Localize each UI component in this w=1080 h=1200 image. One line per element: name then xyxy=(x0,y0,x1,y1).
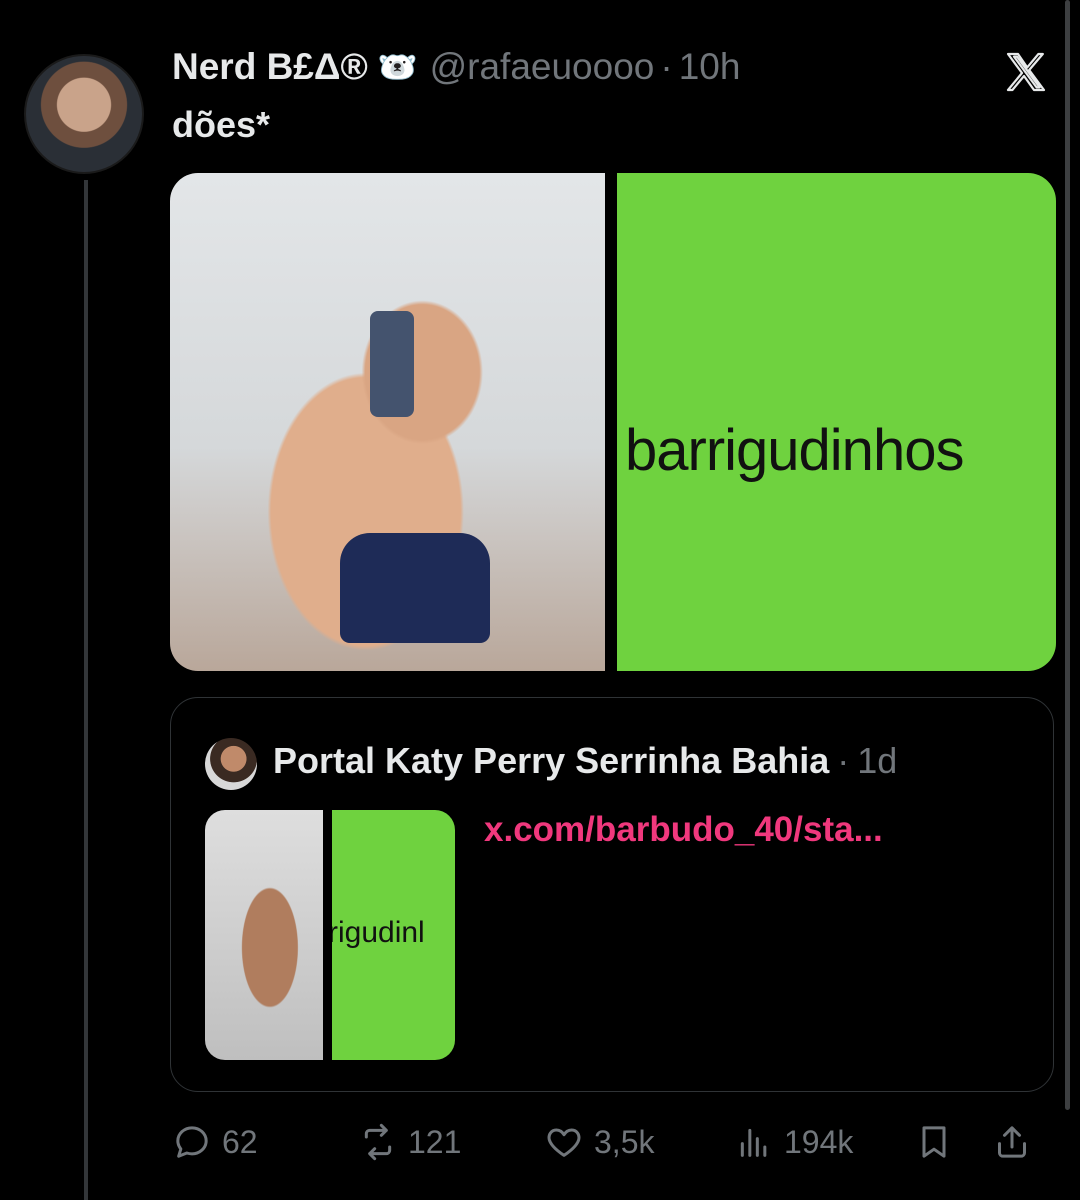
quote-time[interactable]: 1d xyxy=(857,740,897,782)
views-button[interactable]: 194k xyxy=(734,1112,853,1172)
quote-thumbnail[interactable]: rrigudinl xyxy=(205,810,455,1060)
views-icon xyxy=(740,1128,767,1157)
media-text-panel[interactable]: barrigudinhos xyxy=(617,173,1056,671)
phone-in-photo xyxy=(370,311,414,417)
quote-thumb-divider xyxy=(323,810,332,1060)
x-logo-icon[interactable] xyxy=(1002,48,1050,96)
author-avatar[interactable] xyxy=(24,54,144,174)
heart-icon xyxy=(547,1128,581,1157)
scrollbar[interactable] xyxy=(1065,0,1070,1110)
author-emoji: 🐻‍❄️ xyxy=(377,49,418,85)
bookmark-button[interactable] xyxy=(914,1112,964,1172)
reply-icon xyxy=(176,1126,208,1158)
share-button[interactable] xyxy=(992,1112,1042,1172)
quote-thumb-word: rrigudinl xyxy=(332,916,425,949)
thread-line xyxy=(84,180,88,1200)
author-name[interactable]: Nerd B£Δ® xyxy=(172,46,368,88)
bookmark-icon xyxy=(922,1126,946,1158)
reply-button[interactable]: 62 xyxy=(172,1112,258,1172)
quote-separator: · xyxy=(837,740,850,781)
tweet-time[interactable]: 10h xyxy=(679,46,741,88)
repost-count: 121 xyxy=(408,1123,462,1160)
tweet-media[interactable]: barrigudinhos xyxy=(170,173,1056,671)
quote-thumb-photo xyxy=(205,810,323,1060)
author-handle[interactable]: @rafaeuoooo xyxy=(430,46,655,88)
view-count: 194k xyxy=(784,1123,854,1160)
tweet-header: Nerd B£Δ® 🐻‍❄️ @rafaeuoooo · 10h xyxy=(172,46,740,88)
quote-header: Portal Katy Perry Serrinha Bahia · 1d xyxy=(273,740,897,782)
quote-thumb-text-panel: rrigudinl xyxy=(332,810,455,1060)
action-bar: 62 121 3,5k 194k xyxy=(170,1112,1060,1172)
media-word: barrigudinhos xyxy=(625,418,964,483)
share-icon xyxy=(998,1126,1026,1158)
quote-avatar[interactable] xyxy=(205,738,257,790)
quoted-tweet[interactable]: Portal Katy Perry Serrinha Bahia · 1d rr… xyxy=(170,697,1054,1092)
quote-link[interactable]: x.com/barbudo_40/sta... xyxy=(484,810,883,850)
repost-button[interactable]: 121 xyxy=(358,1112,461,1172)
like-button[interactable]: 3,5k xyxy=(544,1112,654,1172)
reply-count: 62 xyxy=(222,1123,258,1160)
shorts-in-photo xyxy=(340,533,490,643)
repost-icon xyxy=(364,1123,392,1161)
tweet-text: dões* xyxy=(172,104,271,145)
media-photo[interactable] xyxy=(170,173,605,671)
quote-author-name[interactable]: Portal Katy Perry Serrinha Bahia xyxy=(273,740,829,782)
media-divider xyxy=(605,173,617,671)
header-separator: · xyxy=(660,46,673,87)
like-count: 3,5k xyxy=(594,1123,655,1160)
